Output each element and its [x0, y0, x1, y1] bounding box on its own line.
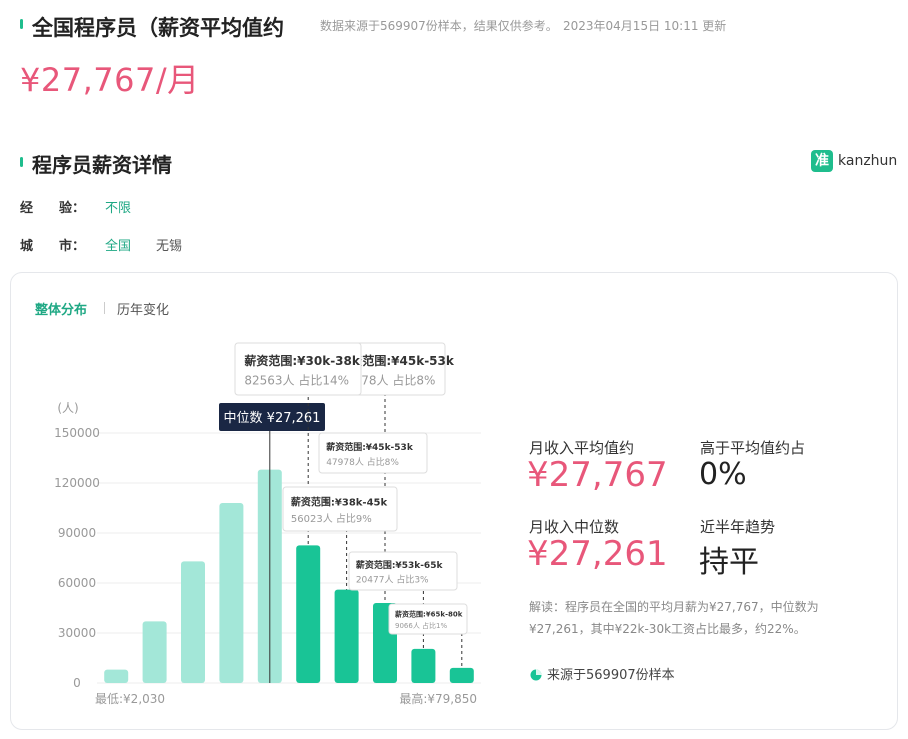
- above-avg-value: 0%: [699, 457, 747, 492]
- chart-bar[interactable]: [219, 503, 244, 683]
- bar-tooltip: 薪资范围:¥45k-53k 47978人 占比8%: [318, 432, 428, 474]
- median-income-value: ¥27,261: [527, 534, 668, 574]
- tooltip-range: 薪资范围:¥53k-65k: [356, 559, 444, 571]
- trend-label: 近半年趋势: [700, 518, 776, 536]
- chart-bar[interactable]: [334, 589, 359, 683]
- tooltip-detail: 82563人 占比14%: [244, 373, 349, 388]
- y-tick-label: 90000: [58, 526, 96, 540]
- bar-tooltip: 薪资范围:¥38k-45k 56023人 占比9%: [282, 486, 398, 532]
- pie-icon: [530, 666, 542, 681]
- update-time: 2023年04月15日 10:11 更新: [563, 19, 727, 33]
- x-max-label: 最高:¥79,850: [399, 691, 477, 706]
- chart-bar[interactable]: [142, 621, 167, 683]
- section-accent: [20, 157, 23, 167]
- bar-tooltip: 薪资范围:¥30k-38k 82563人 占比14%: [234, 342, 362, 396]
- salary-card: 整体分布 历年变化 (人) 150000 120000 90000 60000 30000…: [10, 272, 898, 730]
- y-tick-label: 150000: [54, 426, 100, 440]
- section-title: 程序员薪资详情: [32, 153, 172, 177]
- chart-bar[interactable]: [181, 561, 205, 683]
- y-unit-label: (人): [57, 401, 78, 415]
- tooltip-range: 薪资范围:¥65k-80k: [395, 610, 463, 619]
- page-title: 全国程序员（薪资平均值约: [32, 16, 284, 40]
- experience-filter-label: 经 验：: [20, 201, 86, 216]
- city-option-national[interactable]: 全国: [105, 235, 131, 254]
- sample-source: 来源于569907份样本: [547, 668, 675, 683]
- tooltip-detail: 20477人 占比3%: [356, 573, 429, 585]
- y-tick-label: 60000: [58, 576, 96, 590]
- y-tick-label: 30000: [58, 626, 96, 640]
- experience-option-unlimited[interactable]: 不限: [105, 197, 131, 216]
- tab-yearly-change[interactable]: 历年变化: [117, 299, 169, 318]
- brand-name: kanzhun: [838, 153, 898, 169]
- tooltip-range: 薪资范围:¥45k-53k: [326, 441, 414, 453]
- trend-value: 持平: [699, 545, 759, 580]
- tooltip-detail: 47978人 占比8%: [326, 456, 399, 468]
- salary-interpretation: 解读：程序员在全国的平均月薪为¥27,767，中位数为¥27,261，其中¥22…: [529, 600, 819, 636]
- city-option-wuxi[interactable]: 无锡: [156, 235, 182, 254]
- tooltip-detail: 56023人 占比9%: [291, 512, 372, 525]
- median-label: 中位数 ¥27,261: [224, 411, 321, 426]
- tab-divider: [104, 302, 105, 314]
- chart-bar[interactable]: [104, 669, 129, 683]
- x-min-label: 最低:¥2,030: [95, 692, 165, 706]
- chart-bar[interactable]: [296, 545, 321, 683]
- salary-distribution-chart: (人) 150000 120000 90000 60000 30000 0 最低:¥2,030…: [54, 342, 481, 706]
- tab-overall-distribution[interactable]: 整体分布: [35, 299, 87, 318]
- bar-tooltip: 薪资范围:¥53k-65k 20477人 占比3%: [348, 551, 458, 591]
- chart-bar[interactable]: [449, 667, 474, 683]
- tooltip-range: 薪资范围:¥30k-38k: [244, 353, 361, 368]
- avg-income-value: ¥27,767: [527, 455, 668, 495]
- tooltip-range: 薪资范围:¥38k-45k: [291, 495, 388, 508]
- average-salary: ¥27,767/月: [20, 61, 200, 99]
- y-tick-label: 120000: [54, 476, 100, 490]
- bar-tooltip: 薪资范围:¥65k-80k 9066人 占比1%: [388, 603, 468, 635]
- data-source-note: 数据来源于569907份样本，结果仅供参考。: [320, 19, 558, 33]
- y-tick-label: 0: [73, 676, 81, 690]
- city-filter-label: 城 市：: [20, 239, 86, 254]
- kanzhun-logo-icon: 准: [811, 150, 833, 172]
- above-avg-label: 高于平均值约占: [700, 439, 806, 457]
- title-accent: [20, 19, 23, 29]
- tooltip-detail: 9066人 占比1%: [395, 621, 447, 630]
- chart-bar[interactable]: [411, 648, 436, 683]
